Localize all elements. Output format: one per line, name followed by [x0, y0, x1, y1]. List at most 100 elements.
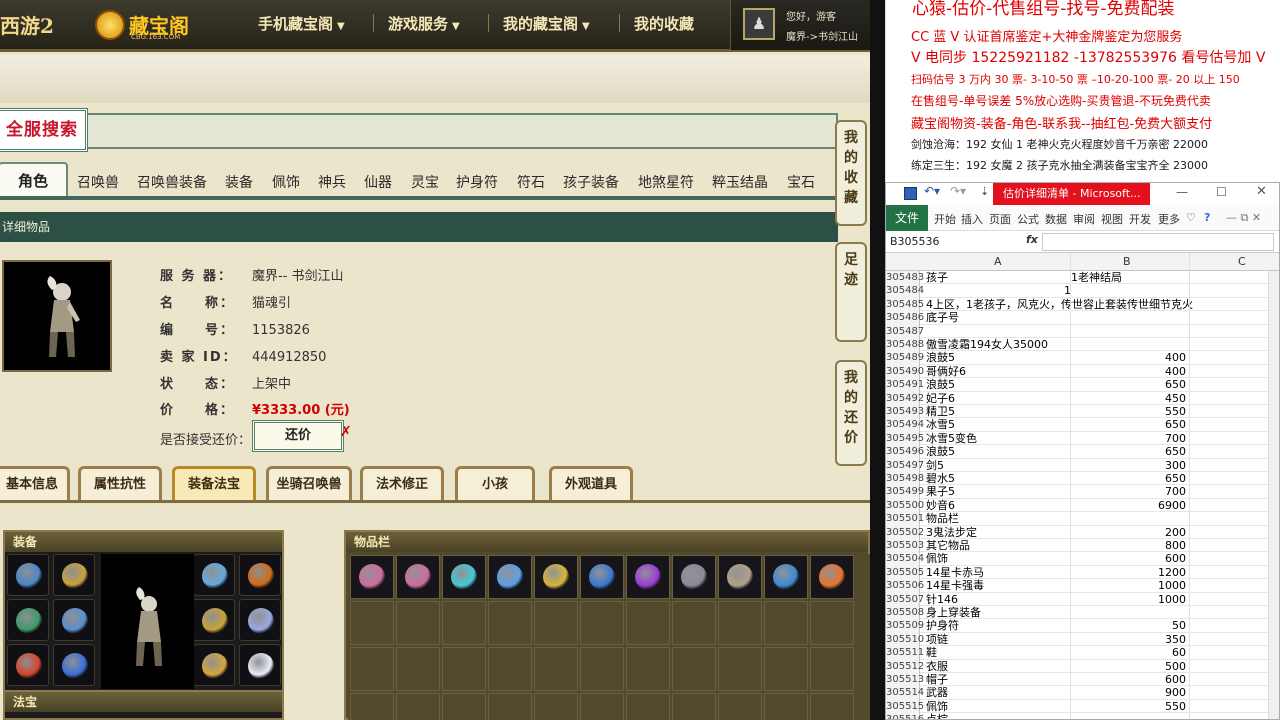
tab-category-4[interactable]: 佩饰 [272, 172, 300, 192]
inventory-slot[interactable] [672, 555, 716, 599]
fx-icon[interactable]: fx [1026, 233, 1038, 246]
row-number[interactable]: 305510 [886, 632, 924, 647]
ribbon-tab-8[interactable]: 开发 [1129, 211, 1151, 227]
counter-offer-button[interactable]: 还价 [252, 420, 344, 452]
formula-input[interactable] [1042, 233, 1274, 251]
detail-tab-1[interactable]: 属性抗性 [78, 466, 162, 502]
row-number[interactable]: 305485 [886, 297, 924, 312]
cell-a[interactable]: 傲雪凌霜194女人35000 [926, 338, 1048, 351]
tab-category-7[interactable]: 灵宝 [411, 172, 439, 192]
inventory-empty-slot[interactable] [488, 601, 532, 645]
detail-tab-5[interactable]: 小孩 [455, 466, 535, 502]
ribbon-collapse-icon[interactable]: ♡ [1186, 211, 1196, 224]
inventory-empty-slot[interactable] [626, 647, 670, 691]
side-button-0[interactable]: 我的收藏 [835, 120, 867, 226]
cell-a[interactable]: 物品栏 [926, 512, 959, 525]
minimize-icon[interactable]: — [1176, 185, 1188, 199]
cell-b[interactable]: 650 [1165, 378, 1186, 391]
cell-b[interactable]: 1000 [1158, 579, 1186, 592]
cell-b[interactable]: 1老神结局 [1071, 271, 1122, 284]
cell-b[interactable]: 650 [1165, 445, 1186, 458]
cell-a[interactable]: 剑5 [926, 459, 944, 472]
tab-category-10[interactable]: 孩子装备 [563, 172, 619, 192]
inventory-empty-slot[interactable] [442, 647, 486, 691]
cell-b[interactable]: 550 [1165, 405, 1186, 418]
row-number[interactable]: 305505 [886, 565, 924, 580]
cell-a[interactable]: 浪鼓5 [926, 378, 955, 391]
inventory-slot[interactable] [534, 555, 578, 599]
row-number[interactable]: 305486 [886, 311, 924, 325]
avatar[interactable]: ♟ [743, 8, 775, 40]
equip-slot[interactable] [7, 644, 49, 686]
ribbon-tab-5[interactable]: 数据 [1045, 211, 1067, 227]
cell-b[interactable]: 600 [1165, 552, 1186, 565]
cell-a[interactable]: 3鬼法步定 [926, 526, 977, 539]
equip-slot[interactable] [7, 554, 49, 596]
cell-a[interactable]: 果子5 [926, 485, 955, 498]
maximize-icon[interactable]: ☐ [1216, 185, 1227, 199]
redo-icon[interactable]: ↷▾ [950, 184, 966, 198]
cell-a[interactable]: 哥俩好6 [926, 365, 966, 378]
row-number[interactable]: 305502 [886, 525, 924, 539]
row-number[interactable]: 305506 [886, 579, 924, 593]
inventory-empty-slot[interactable] [626, 693, 670, 720]
column-header-C[interactable]: C [1238, 255, 1246, 268]
inventory-empty-slot[interactable] [810, 693, 854, 720]
inventory-empty-slot[interactable] [810, 601, 854, 645]
equip-slot[interactable] [239, 599, 281, 641]
equip-slot[interactable] [53, 554, 95, 596]
tab-category-12[interactable]: 粹玉结晶 [712, 172, 768, 192]
cell-b[interactable]: 350 [1165, 633, 1186, 646]
cell-a[interactable]: 其它物品 [926, 539, 970, 552]
window-control-icons[interactable]: — ⧉ ✕ [1226, 211, 1261, 225]
row-number[interactable]: 305493 [886, 405, 924, 419]
inventory-empty-slot[interactable] [810, 647, 854, 691]
inventory-empty-slot[interactable] [396, 693, 440, 720]
row-number[interactable]: 305499 [886, 485, 924, 499]
inventory-empty-slot[interactable] [396, 601, 440, 645]
row-number[interactable]: 305507 [886, 592, 924, 606]
cell-b[interactable]: 500 [1165, 660, 1186, 673]
side-button-1[interactable]: 足迹 [835, 242, 867, 342]
cell-a[interactable]: 武器 [926, 686, 948, 699]
cell-b[interactable]: 900 [1165, 686, 1186, 699]
ribbon-tab-6[interactable]: 审阅 [1073, 211, 1095, 227]
tab-category-5[interactable]: 神兵 [318, 172, 346, 192]
equip-slot[interactable] [239, 554, 281, 596]
cell-a[interactable]: 帽子 [926, 673, 948, 686]
cell-b[interactable]: 1200 [1158, 566, 1186, 579]
cell-b[interactable]: 400 [1165, 365, 1186, 378]
game-logo[interactable]: 西游2 [0, 10, 54, 39]
cell-a[interactable]: 浪鼓5 [926, 351, 955, 364]
ribbon-tab-7[interactable]: 视图 [1101, 211, 1123, 227]
cell-a[interactable]: 衣服 [926, 660, 948, 673]
inventory-empty-slot[interactable] [488, 693, 532, 720]
inventory-slot[interactable] [396, 555, 440, 599]
equip-slot[interactable] [193, 599, 235, 641]
column-header-B[interactable]: B [1123, 255, 1131, 268]
inventory-empty-slot[interactable] [718, 693, 762, 720]
equip-slot[interactable] [53, 599, 95, 641]
cell-a[interactable]: 碧水5 [926, 472, 955, 485]
column-header-A[interactable]: A [994, 255, 1002, 268]
detail-tab-6[interactable]: 外观道具 [549, 466, 633, 502]
row-number[interactable]: 305484 [886, 284, 924, 298]
equip-slot[interactable] [53, 644, 95, 686]
ribbon-tab-4[interactable]: 公式 [1017, 211, 1039, 227]
row-number[interactable]: 305501 [886, 512, 924, 526]
cell-b[interactable]: 200 [1165, 526, 1186, 539]
help-icon[interactable]: ? [1204, 211, 1210, 224]
row-number[interactable]: 305515 [886, 699, 924, 714]
inventory-empty-slot[interactable] [672, 601, 716, 645]
detail-tab-0[interactable]: 基本信息 [0, 466, 70, 502]
inventory-slot[interactable] [718, 555, 762, 599]
cell-b[interactable]: 450 [1165, 392, 1186, 405]
inventory-empty-slot[interactable] [534, 647, 578, 691]
inventory-empty-slot[interactable] [442, 601, 486, 645]
cell-a[interactable]: 妙音6 [926, 499, 955, 512]
cell-a[interactable]: 冰雪5 [926, 418, 955, 431]
cell-b[interactable]: 6900 [1158, 499, 1186, 512]
cell-b[interactable]: 600 [1165, 673, 1186, 686]
cell-b[interactable]: 1000 [1158, 593, 1186, 606]
tab-category-11[interactable]: 地煞星符 [638, 172, 694, 192]
